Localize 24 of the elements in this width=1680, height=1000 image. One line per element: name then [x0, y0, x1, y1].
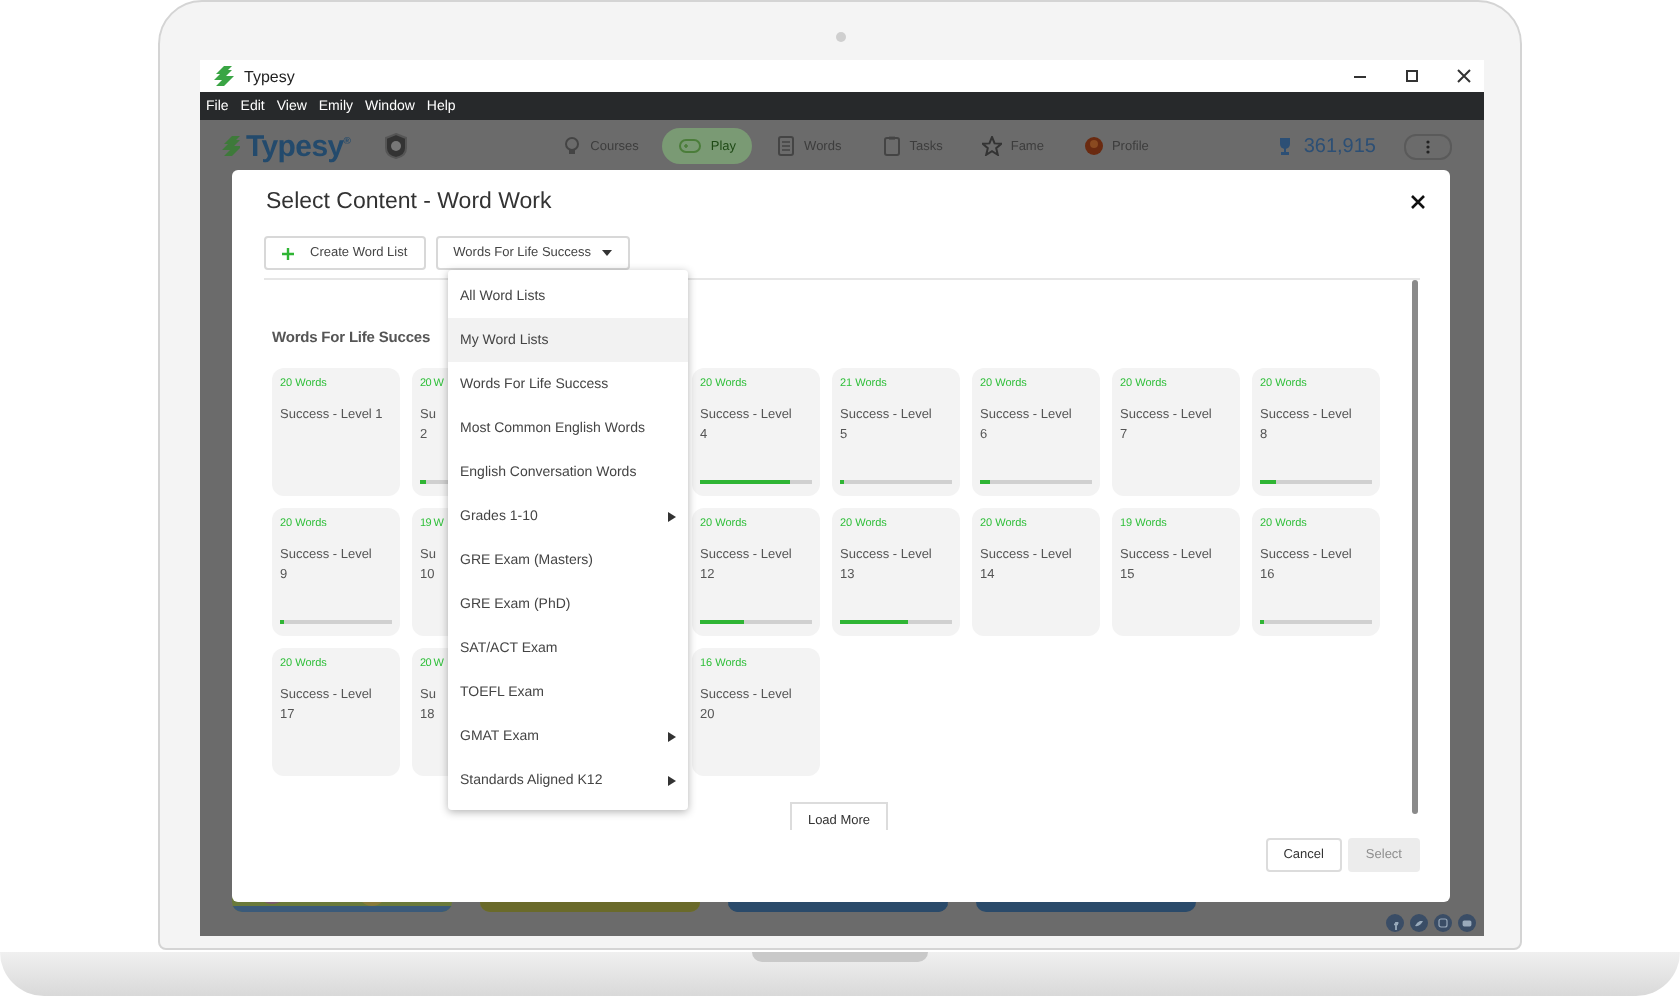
maximize-icon[interactable]: [1404, 68, 1420, 84]
gamepad-icon: [678, 136, 703, 156]
close-icon[interactable]: [1456, 68, 1472, 84]
facebook-icon[interactable]: [1386, 914, 1404, 932]
scrollbar[interactable]: [1412, 280, 1418, 814]
app-logo-icon: [212, 64, 236, 88]
close-icon[interactable]: [1410, 193, 1426, 209]
caret-icon: [601, 250, 612, 256]
shield-icon: [382, 132, 411, 160]
star-icon: [982, 136, 1003, 156]
modal-title: Select Content - Word Work: [266, 189, 552, 213]
trophy-icon: [1277, 136, 1292, 156]
instagram-icon[interactable]: [1434, 914, 1452, 932]
clipboard-icon: [881, 136, 902, 156]
list-icon: [776, 136, 797, 156]
app-logo: Typesy$^{®}$: [246, 129, 351, 163]
camera-dot: [836, 32, 846, 42]
lightbulb-icon: [562, 136, 583, 156]
plus-icon: [282, 247, 294, 259]
youtube-icon[interactable]: [1458, 914, 1476, 932]
avatar-icon: [1083, 136, 1104, 156]
logo-icon: [220, 134, 240, 158]
window-title: Typesy: [244, 67, 295, 85]
score-value: 361,915: [1303, 135, 1376, 157]
